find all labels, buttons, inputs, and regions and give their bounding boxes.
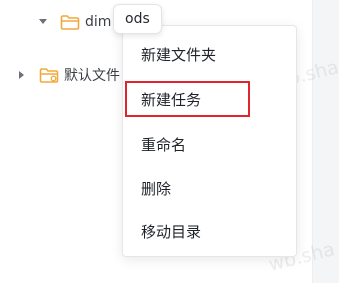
menu-item-rename[interactable]: 重命名 [123,124,296,164]
tree-node-default[interactable]: 默认文件 [17,64,120,86]
menu-item-label: 新建文件夹 [141,45,217,64]
menu-item-label: 重命名 [141,135,187,154]
scrollbar-track[interactable] [312,0,339,283]
context-menu: 新建文件夹 新建任务 重命名 删除 移动目录 [122,25,297,257]
menu-item-new-folder[interactable]: 新建文件夹 [123,34,296,74]
menu-item-delete[interactable]: 删除 [123,168,296,208]
menu-item-new-task[interactable]: 新建任务 [123,79,296,119]
caret-down-icon[interactable] [38,17,48,27]
file-tree-panel: wb.sha wb.sha dim 默认文件 ods 新建文件夹 新建任务 重命… [0,0,339,283]
folder-default-icon [39,67,59,83]
caret-right-icon[interactable] [17,70,27,80]
menu-item-label: 新建任务 [141,90,202,109]
tooltip-text: ods [125,11,150,27]
tree-node-dim[interactable]: dim [38,11,111,33]
tree-node-label: 默认文件 [64,68,120,84]
tooltip: ods [113,4,162,34]
menu-item-label: 移动目录 [141,222,202,241]
folder-open-icon [60,14,80,30]
tree-node-label: dim [85,14,112,30]
menu-item-move-directory[interactable]: 移动目录 [123,211,296,251]
menu-item-label: 删除 [141,179,172,198]
